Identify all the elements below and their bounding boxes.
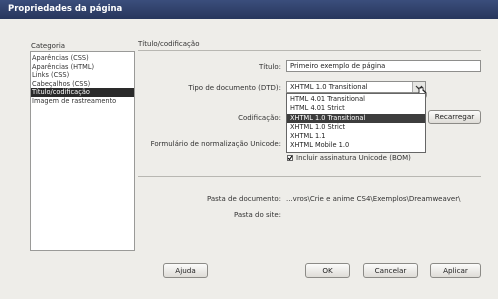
doctype-option[interactable]: HTML 4.01 Transitional xyxy=(287,95,425,104)
cancel-button[interactable]: Cancelar xyxy=(363,263,418,278)
doc-folder-value: ...vros\Crie e anime CS4\Exemplos\Dreamw… xyxy=(286,195,461,203)
checkmark-icon xyxy=(287,155,293,161)
normalization-label: Formulário de normalização Unicode: xyxy=(150,140,281,148)
category-item-headings-css[interactable]: Cabeçalhos (CSS) xyxy=(31,80,134,89)
category-item-appearance-html[interactable]: Aparências (HTML) xyxy=(31,63,134,72)
folders-divider xyxy=(138,176,481,177)
title-bar: Propriedades da página xyxy=(0,0,498,19)
doc-folder-label: Pasta de documento: xyxy=(206,195,281,203)
apply-button[interactable]: Aplicar xyxy=(430,263,481,278)
category-item-tracing-image[interactable]: Imagem de rastreamento xyxy=(31,97,134,106)
site-folder-label: Pasta do site: xyxy=(233,211,281,219)
doctype-option[interactable]: XHTML Mobile 1.0 xyxy=(287,141,425,150)
category-list[interactable]: Aparências (CSS) Aparências (HTML) Links… xyxy=(30,51,135,251)
help-button[interactable]: Ajuda xyxy=(163,263,208,278)
doctype-option[interactable]: XHTML 1.0 Strict xyxy=(287,123,425,132)
category-item-links-css[interactable]: Links (CSS) xyxy=(31,71,134,80)
bom-checkbox[interactable] xyxy=(287,155,293,161)
reload-button[interactable]: Recarregar xyxy=(428,110,481,124)
doctype-selected-value: XHTML 1.0 Transitional xyxy=(290,83,368,91)
section-divider xyxy=(138,50,481,51)
bom-label: Incluir assinatura Unicode (BOM) xyxy=(296,154,411,162)
doctype-option-selected[interactable]: XHTML 1.0 Transitional xyxy=(287,113,425,123)
category-item-title-encoding[interactable]: Título/codificação xyxy=(31,88,134,97)
doctype-select[interactable]: XHTML 1.0 Transitional xyxy=(286,81,426,93)
doctype-option[interactable]: XHTML 1.1 xyxy=(287,132,425,141)
title-label: Título: xyxy=(259,63,281,71)
doctype-option[interactable]: HTML 4.01 Strict xyxy=(287,104,425,113)
section-title: Título/codificação xyxy=(138,40,200,48)
title-input[interactable]: Primeiro exemplo de página xyxy=(286,60,481,72)
ok-button[interactable]: OK xyxy=(305,263,350,278)
category-item-appearance-css[interactable]: Aparências (CSS) xyxy=(31,54,134,63)
doctype-label: Tipo de documento (DTD): xyxy=(188,84,281,92)
category-heading: Categoria xyxy=(31,42,66,50)
encoding-label: Codificação: xyxy=(238,114,281,122)
doctype-dropdown-list[interactable]: HTML 4.01 Transitional HTML 4.01 Strict … xyxy=(286,93,426,153)
window-title: Propriedades da página xyxy=(8,4,123,14)
